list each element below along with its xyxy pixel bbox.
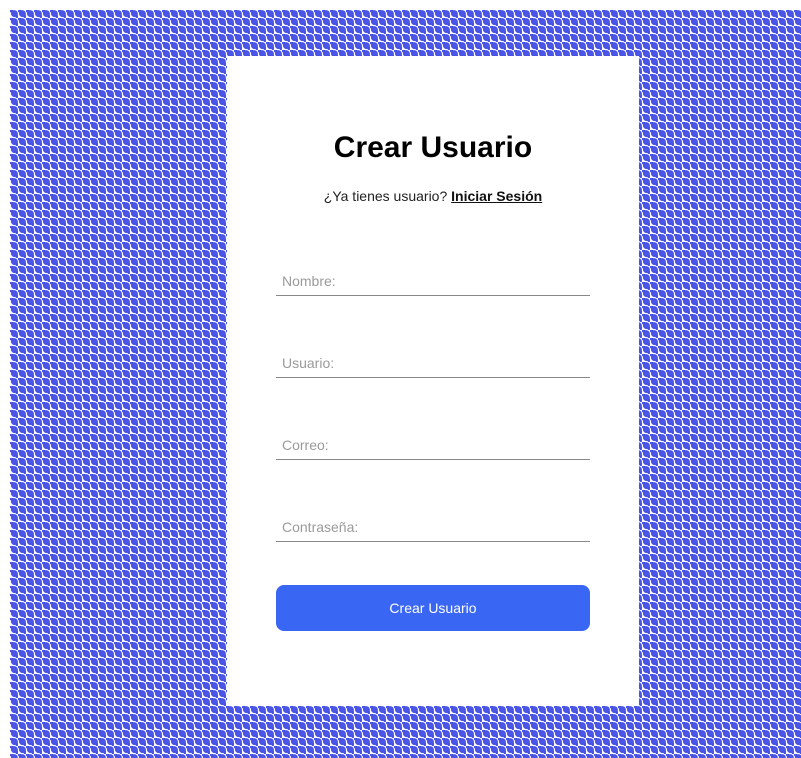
password-input[interactable]: [276, 512, 590, 542]
page-title: Crear Usuario: [333, 131, 533, 164]
create-user-button[interactable]: Crear Usuario: [276, 585, 590, 631]
email-input[interactable]: [276, 430, 590, 460]
login-link[interactable]: Iniciar Sesión: [451, 188, 542, 204]
name-input[interactable]: [276, 266, 590, 296]
register-card: Crear Usuario ¿Ya tienes usuario? Inicia…: [227, 56, 639, 706]
login-prompt: ¿Ya tienes usuario? Iniciar Sesión: [227, 186, 639, 206]
username-input[interactable]: [276, 348, 590, 378]
login-prompt-text: ¿Ya tienes usuario?: [323, 188, 448, 204]
